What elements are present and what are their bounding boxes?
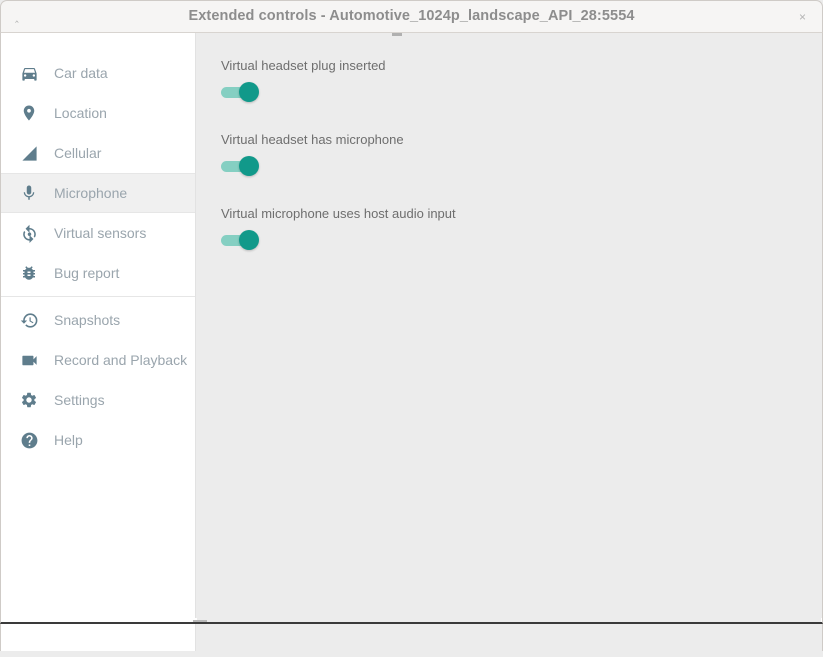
bottom-frame-right <box>197 618 821 622</box>
question-circle-icon <box>18 429 40 451</box>
gear-icon <box>18 389 40 411</box>
control-group-mic-uses-host-audio: Virtual microphone uses host audio input <box>221 206 456 250</box>
sidebar-item-car-data[interactable]: Car data <box>1 53 195 93</box>
title-bar[interactable]: ‸ Extended controls - Automotive_1024p_l… <box>0 0 823 33</box>
sidebar-item-label: Microphone <box>54 185 127 201</box>
sidebar-item-label: Record and Playback <box>54 352 187 368</box>
sidebar-item-label: Help <box>54 432 83 448</box>
location-pin-icon <box>18 102 40 124</box>
control-label: Virtual microphone uses host audio input <box>221 206 456 221</box>
sidebar-item-bug-report[interactable]: Bug report <box>1 253 195 293</box>
sidebar-item-virtual-sensors[interactable]: Virtual sensors <box>1 213 195 253</box>
sidebar-item-cellular[interactable]: Cellular <box>1 133 195 173</box>
rotate-sensor-icon <box>18 222 40 244</box>
microphone-icon <box>18 182 40 204</box>
sidebar-item-record-and-playback[interactable]: Record and Playback <box>1 340 195 380</box>
car-icon <box>18 62 40 84</box>
sidebar: Car data Location Cellular Microphone <box>0 33 196 651</box>
window-body: Car data Location Cellular Microphone <box>0 33 823 657</box>
sidebar-item-settings[interactable]: Settings <box>1 380 195 420</box>
toggle-thumb <box>239 230 259 250</box>
window-title: Extended controls - Automotive_1024p_lan… <box>1 8 822 24</box>
sidebar-item-label: Settings <box>54 392 105 408</box>
sidebar-item-help[interactable]: Help <box>1 420 195 460</box>
window-menu-glyph[interactable]: ‸ <box>15 12 23 23</box>
window-bottom-frame <box>0 618 823 624</box>
sidebar-top-spacer <box>1 33 195 53</box>
bug-icon <box>18 262 40 284</box>
resize-grip[interactable] <box>193 620 207 622</box>
sidebar-item-label: Cellular <box>54 145 101 161</box>
sidebar-item-location[interactable]: Location <box>1 93 195 133</box>
sidebar-item-microphone[interactable]: Microphone <box>1 173 195 213</box>
sidebar-item-label: Snapshots <box>54 312 120 328</box>
sidebar-item-label: Bug report <box>54 265 119 281</box>
signal-bars-icon <box>18 142 40 164</box>
video-camera-icon <box>18 349 40 371</box>
toggle-headset-has-microphone[interactable] <box>221 156 257 176</box>
panel-splitter-handle[interactable] <box>392 33 402 36</box>
toggle-thumb <box>239 156 259 176</box>
control-group-headset-plug-inserted: Virtual headset plug inserted <box>221 58 386 102</box>
history-clock-icon <box>18 309 40 331</box>
control-group-headset-has-microphone: Virtual headset has microphone <box>221 132 404 176</box>
control-label: Virtual headset plug inserted <box>221 58 386 73</box>
close-icon[interactable]: × <box>796 11 809 24</box>
sidebar-item-label: Car data <box>54 65 108 81</box>
toggle-thumb <box>239 82 259 102</box>
extended-controls-window: ‸ Extended controls - Automotive_1024p_l… <box>0 0 823 657</box>
sidebar-item-label: Location <box>54 105 107 121</box>
main-content: Virtual headset plug inserted Virtual he… <box>196 33 823 651</box>
toggle-headset-plug-inserted[interactable] <box>221 82 257 102</box>
sidebar-item-snapshots[interactable]: Snapshots <box>1 300 195 340</box>
toggle-mic-uses-host-audio[interactable] <box>221 230 257 250</box>
control-label: Virtual headset has microphone <box>221 132 404 147</box>
sidebar-item-label: Virtual sensors <box>54 225 146 241</box>
